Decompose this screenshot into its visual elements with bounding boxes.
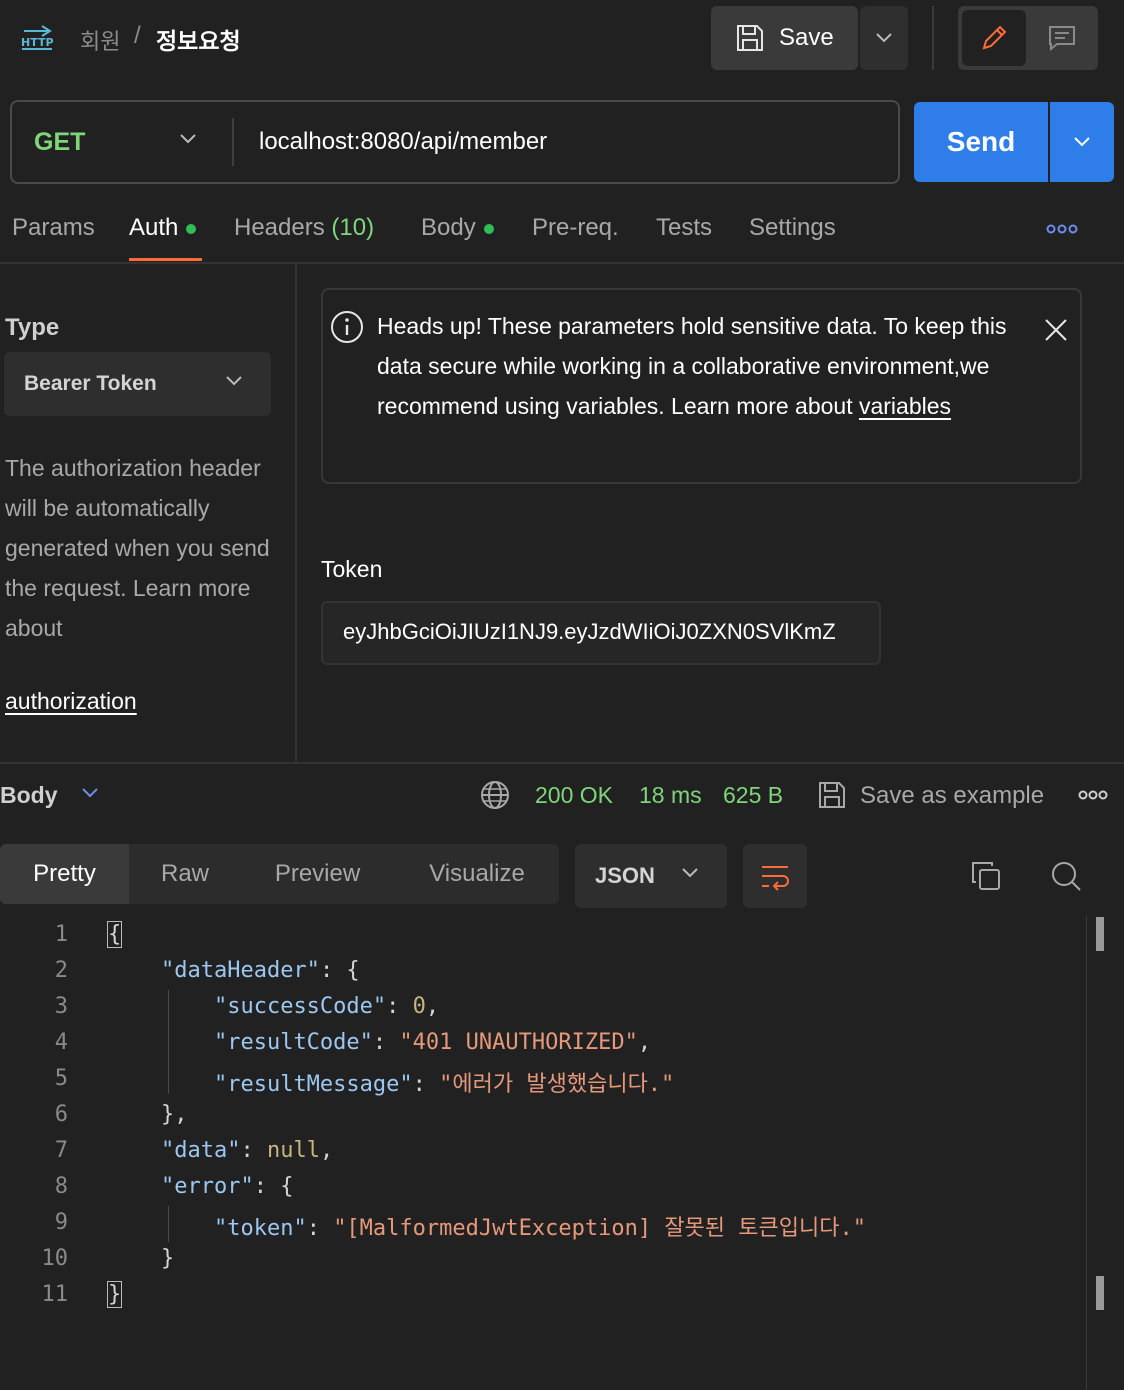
auth-panel-divider bbox=[295, 264, 297, 764]
code-line: }, bbox=[160, 1102, 188, 1127]
line-number: 2 bbox=[54, 958, 68, 983]
comment-icon bbox=[1049, 26, 1075, 52]
breadcrumb-current[interactable]: 정보요청 bbox=[156, 22, 241, 56]
response-body-selector[interactable]: Body bbox=[0, 782, 58, 809]
code-line: "token": "[MalformedJwtException] 잘못된 토큰… bbox=[213, 1216, 866, 1241]
tabs-divider bbox=[0, 262, 1124, 264]
line-number: 5 bbox=[54, 1066, 68, 1091]
save-label: Save bbox=[779, 24, 834, 51]
edit-mode-button[interactable] bbox=[962, 10, 1026, 66]
pencil-icon bbox=[982, 25, 1007, 50]
save-button[interactable]: Save bbox=[711, 6, 858, 70]
token-input[interactable]: eyJhbGciOiJIUzI1NJ9.eyJzdWIiOiJ0ZXN0SVlK… bbox=[321, 601, 881, 665]
code-line: } bbox=[106, 1281, 123, 1308]
http-icon-label: HTTP bbox=[21, 36, 54, 49]
tab-settings[interactable]: Settings bbox=[749, 214, 836, 242]
line-number: 3 bbox=[54, 994, 68, 1019]
chevron-down-icon bbox=[1074, 137, 1090, 147]
search-icon[interactable] bbox=[1050, 860, 1082, 897]
close-icon[interactable] bbox=[1042, 316, 1070, 349]
line-number: 10 bbox=[41, 1246, 69, 1271]
auth-active-dot bbox=[186, 223, 197, 234]
tab-raw[interactable]: Raw bbox=[129, 844, 241, 904]
tab-preview[interactable]: Preview bbox=[250, 844, 385, 904]
tab-pre-request[interactable]: Pre-req. bbox=[532, 214, 619, 242]
format-value: JSON bbox=[595, 863, 655, 888]
auth-type-value: Bearer Token bbox=[24, 372, 157, 395]
save-as-example-button[interactable]: Save as example bbox=[860, 782, 1044, 810]
code-line: } bbox=[160, 1246, 175, 1271]
code-line: "successCode": 0, bbox=[213, 994, 440, 1019]
authorization-link[interactable]: authorization bbox=[5, 688, 137, 715]
line-number: 11 bbox=[41, 1282, 69, 1307]
code-line: "dataHeader": { bbox=[160, 958, 360, 983]
save-icon bbox=[817, 780, 847, 815]
copy-icon[interactable] bbox=[970, 860, 1002, 897]
headers-count: (10) bbox=[331, 214, 375, 241]
chevron-down-icon bbox=[224, 374, 244, 393]
line-number: 8 bbox=[54, 1174, 68, 1199]
code-line: "resultCode": "401 UNAUTHORIZED", bbox=[213, 1030, 652, 1055]
active-tab-indicator bbox=[129, 258, 202, 261]
scrollbar-track[interactable] bbox=[1086, 915, 1087, 1390]
breadcrumb-separator: / bbox=[134, 22, 141, 49]
save-icon bbox=[737, 25, 763, 51]
line-number: 9 bbox=[54, 1210, 68, 1235]
url-input[interactable]: localhost:8080/api/member bbox=[259, 128, 547, 156]
wrap-icon bbox=[762, 866, 789, 891]
chevron-down-icon bbox=[680, 866, 700, 885]
alert-message: Heads up! These parameters hold sensitiv… bbox=[377, 313, 1007, 419]
tab-pretty[interactable]: Pretty bbox=[0, 844, 129, 904]
tab-visualize[interactable]: Visualize bbox=[400, 844, 554, 904]
scrollbar-marker[interactable] bbox=[1096, 917, 1104, 951]
more-options-icon[interactable] bbox=[1046, 222, 1078, 241]
code-line: { bbox=[106, 921, 123, 948]
scrollbar-marker[interactable] bbox=[1096, 1276, 1104, 1310]
status-code[interactable]: 200 OK bbox=[535, 782, 613, 809]
line-number: 6 bbox=[54, 1102, 68, 1127]
chevron-down-icon bbox=[876, 33, 892, 43]
tab-body[interactable]: Body bbox=[421, 214, 494, 242]
tab-tests[interactable]: Tests bbox=[656, 214, 712, 242]
auth-description: The authorization header will be automat… bbox=[5, 455, 270, 641]
tab-auth[interactable]: Auth bbox=[129, 214, 197, 242]
comments-button[interactable] bbox=[1030, 10, 1094, 66]
response-size[interactable]: 625 B bbox=[723, 782, 783, 809]
body-active-dot bbox=[483, 223, 494, 234]
tab-headers[interactable]: Headers (10) bbox=[234, 214, 374, 242]
response-time[interactable]: 18 ms bbox=[639, 782, 702, 809]
info-icon bbox=[330, 310, 364, 349]
wrap-lines-button[interactable] bbox=[743, 844, 807, 908]
send-button[interactable]: Send bbox=[914, 102, 1048, 182]
code-line: "data": null, bbox=[160, 1138, 334, 1163]
line-number: 1 bbox=[54, 922, 68, 947]
line-number: 7 bbox=[54, 1138, 68, 1163]
send-options-dropdown[interactable] bbox=[1050, 102, 1114, 182]
toolbar-divider bbox=[932, 6, 934, 70]
http-request-icon: HTTP bbox=[20, 22, 56, 54]
breadcrumb-parent[interactable]: 회원 bbox=[80, 24, 120, 56]
globe-icon[interactable] bbox=[480, 780, 510, 815]
variables-link[interactable]: variables bbox=[859, 393, 951, 419]
method-select[interactable]: GET bbox=[34, 128, 85, 157]
tab-params[interactable]: Params bbox=[12, 214, 95, 242]
format-select[interactable]: JSON bbox=[575, 844, 727, 908]
url-divider bbox=[232, 118, 234, 166]
line-number: 4 bbox=[54, 1030, 68, 1055]
code-line: "error": { bbox=[160, 1174, 294, 1199]
chevron-down-icon[interactable] bbox=[80, 786, 100, 805]
response-divider bbox=[0, 762, 1124, 764]
code-line: "resultMessage": "에러가 발생했습니다." bbox=[213, 1072, 675, 1097]
auth-type-label: Type bbox=[5, 314, 60, 341]
chevron-down-icon[interactable] bbox=[178, 132, 198, 151]
save-options-dropdown[interactable] bbox=[860, 6, 908, 70]
more-options-icon[interactable] bbox=[1078, 788, 1108, 807]
token-label: Token bbox=[321, 556, 383, 582]
